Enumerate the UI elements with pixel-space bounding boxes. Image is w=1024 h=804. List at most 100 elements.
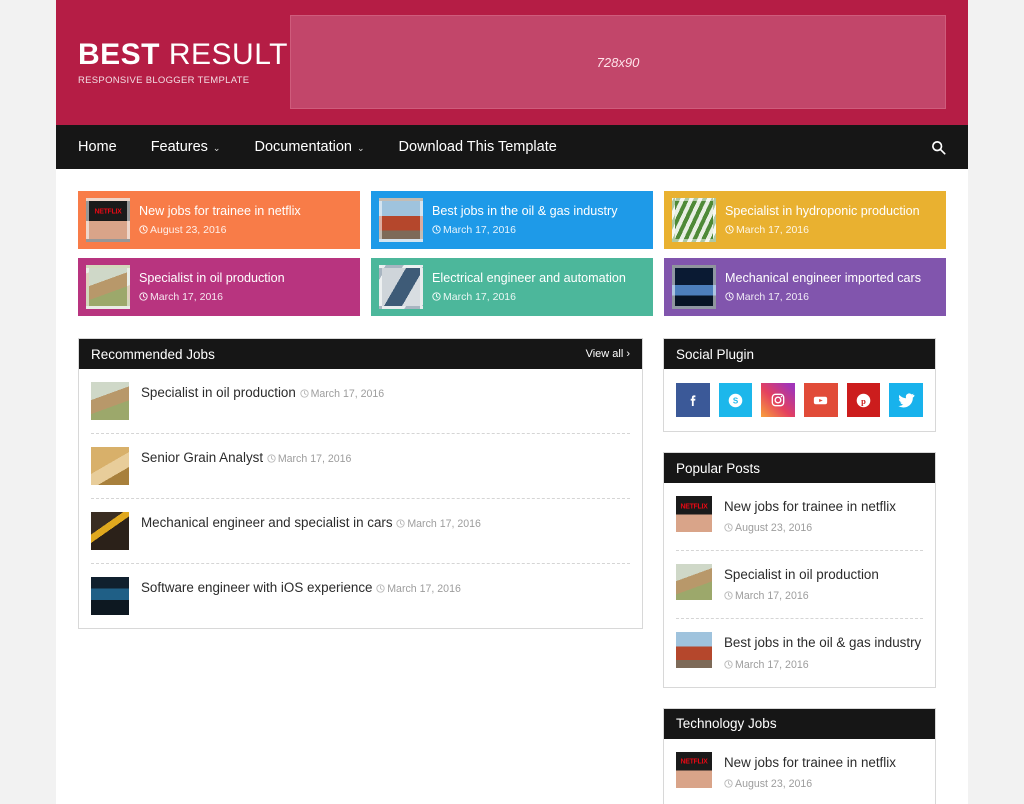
post-title: Best jobs in the oil & gas industry xyxy=(724,635,922,651)
post-text: Specialist in oil production March 17, 2… xyxy=(724,564,923,605)
post-thumbnail xyxy=(676,564,712,601)
featured-card[interactable]: Best jobs in the oil & gas industry Marc… xyxy=(371,191,653,249)
nav-item-label: Features xyxy=(150,139,208,155)
post-text: Mechanical engineer and specialist in ca… xyxy=(141,512,481,533)
featured-title: Best jobs in the oil & gas industry xyxy=(432,203,618,218)
nav-items: Home Features ⌄ Documentation ⌄ Download This… xyxy=(78,139,591,155)
featured-thumbnail xyxy=(379,198,423,242)
search-icon[interactable] xyxy=(926,135,950,159)
widget-title: Popular Posts xyxy=(676,460,761,476)
featured-date: March 17, 2016 xyxy=(432,291,516,303)
main-columns: Recommended Jobs View all › Specialist i… xyxy=(78,338,946,804)
featured-thumbnail xyxy=(379,265,423,309)
featured-card[interactable]: Mechanical engineer imported cars March … xyxy=(664,258,946,316)
page-root: BEST RESULT RESPONSIVE BLOGGER TEMPLATE … xyxy=(0,0,1024,804)
post-date: March 17, 2016 xyxy=(724,590,809,602)
featured-text: Electrical engineer and automation March… xyxy=(432,269,645,306)
recommended-job-item[interactable]: Software engineer with iOS experience Ma… xyxy=(91,564,630,628)
featured-date: August 23, 2016 xyxy=(139,224,226,236)
recommended-jobs-list: Specialist in oil production March 17, 2… xyxy=(79,369,642,628)
featured-text: Mechanical engineer imported cars March … xyxy=(725,269,938,306)
post-title: Software engineer with iOS experience xyxy=(141,580,373,595)
featured-card[interactable]: New jobs for trainee in netflix August 2… xyxy=(78,191,360,249)
nav-item-features[interactable]: Features ⌄ xyxy=(151,139,221,155)
popular-posts-widget: Popular Posts New jobs for trainee in ne… xyxy=(663,452,936,688)
logo-title: BEST RESULT xyxy=(78,37,292,71)
widget-title: Technology Jobs xyxy=(676,716,777,732)
nav-item-download-this-template[interactable]: Download This Template xyxy=(399,139,557,155)
popular-post-item[interactable]: Specialist in oil production March 17, 2… xyxy=(676,551,923,620)
featured-date: March 17, 2016 xyxy=(725,291,809,303)
main-navigation: Home Features ⌄ Documentation ⌄ Download This… xyxy=(56,125,968,169)
post-date: August 23, 2016 xyxy=(724,522,812,534)
post-date: March 17, 2016 xyxy=(267,453,351,465)
nav-item-home[interactable]: Home xyxy=(78,139,117,155)
featured-text: New jobs for trainee in netflix August 2… xyxy=(139,202,352,239)
post-text: Best jobs in the oil & gas industry Marc… xyxy=(724,632,923,673)
instagram-icon[interactable] xyxy=(761,383,796,417)
nav-item-label: Home xyxy=(78,139,117,155)
widget-header: Recommended Jobs View all › xyxy=(79,339,642,369)
recommended-job-item[interactable]: Senior Grain Analyst March 17, 2016 xyxy=(91,434,630,499)
logo-light: RESULT xyxy=(160,37,288,71)
logo-bold: BEST xyxy=(78,37,161,71)
post-date: August 23, 2016 xyxy=(724,778,812,790)
popular-posts-list: New jobs for trainee in netflix August 2… xyxy=(664,483,935,687)
featured-date: March 17, 2016 xyxy=(725,224,809,236)
post-text: Specialist in oil production March 17, 2… xyxy=(141,382,384,403)
featured-date: March 17, 2016 xyxy=(139,291,223,303)
featured-text: Best jobs in the oil & gas industry Marc… xyxy=(432,202,645,239)
technology-jobs-sidebar-list: New jobs for trainee in netflix August 2… xyxy=(664,739,935,804)
post-thumbnail xyxy=(676,632,712,669)
social-buttons: Sp xyxy=(664,369,935,431)
popular-post-item[interactable]: New jobs for trainee in netflix August 2… xyxy=(676,483,923,552)
post-date: March 17, 2016 xyxy=(299,388,384,400)
twitter-icon[interactable] xyxy=(889,383,924,417)
featured-posts-grid: New jobs for trainee in netflix August 2… xyxy=(78,191,946,316)
post-title: New jobs for trainee in netflix xyxy=(724,499,896,514)
post-title: Specialist in oil production xyxy=(141,385,296,400)
post-title: Mechanical engineer and specialist in ca… xyxy=(141,515,393,530)
featured-card[interactable]: Electrical engineer and automation March… xyxy=(371,258,653,316)
logo-tagline: RESPONSIVE BLOGGER TEMPLATE xyxy=(78,74,250,86)
featured-date: March 17, 2016 xyxy=(432,224,516,236)
widget-title: Recommended Jobs xyxy=(91,346,215,362)
nav-item-label: Documentation xyxy=(254,139,352,155)
featured-title: Specialist in hydroponic production xyxy=(725,203,920,218)
widget-header: Technology Jobs xyxy=(664,708,935,739)
nav-item-label: Download This Template xyxy=(398,139,557,155)
sidebar: Social Plugin Sp Popular Posts New jobs … xyxy=(663,338,936,804)
post-date: March 17, 2016 xyxy=(724,659,809,671)
pinterest-icon[interactable]: p xyxy=(846,383,881,417)
widget-header: Popular Posts xyxy=(664,453,935,483)
post-thumbnail xyxy=(91,447,129,485)
youtube-icon[interactable] xyxy=(804,383,838,417)
featured-card[interactable]: Specialist in oil production March 17, 2… xyxy=(78,258,360,316)
view-all-link[interactable]: View all › xyxy=(586,348,630,360)
recommended-job-item[interactable]: Mechanical engineer and specialist in ca… xyxy=(91,499,630,564)
primary-column: Recommended Jobs View all › Specialist i… xyxy=(78,338,643,629)
facebook-icon[interactable] xyxy=(676,383,710,417)
skype-icon[interactable]: S xyxy=(718,383,753,417)
site-logo[interactable]: BEST RESULT RESPONSIVE BLOGGER TEMPLATE xyxy=(56,37,292,86)
ad-size-label: 728x90 xyxy=(596,54,640,70)
featured-card[interactable]: Specialist in hydroponic production Marc… xyxy=(664,191,946,249)
technology-job-sidebar-item[interactable]: New jobs for trainee in netflix August 2… xyxy=(676,739,923,804)
post-thumbnail xyxy=(676,751,712,788)
header-ad-banner[interactable]: 728x90 xyxy=(290,15,946,109)
post-text: Senior Grain Analyst March 17, 2016 xyxy=(141,447,351,468)
featured-title: Specialist in oil production xyxy=(139,270,285,285)
post-title: Specialist in oil production xyxy=(724,567,879,583)
widget-title: Social Plugin xyxy=(676,346,755,362)
popular-post-item[interactable]: Best jobs in the oil & gas industry Marc… xyxy=(676,619,923,686)
featured-title: Mechanical engineer imported cars xyxy=(725,270,922,285)
post-text: New jobs for trainee in netflix August 2… xyxy=(724,752,923,793)
featured-thumbnail xyxy=(86,198,130,242)
nav-item-documentation[interactable]: Documentation ⌄ xyxy=(254,139,364,155)
chevron-down-icon: ⌄ xyxy=(212,142,221,153)
featured-thumbnail xyxy=(672,265,716,309)
post-thumbnail xyxy=(91,577,129,615)
featured-thumbnail xyxy=(672,198,716,242)
post-date: March 17, 2016 xyxy=(376,583,461,595)
recommended-job-item[interactable]: Specialist in oil production March 17, 2… xyxy=(91,369,630,434)
